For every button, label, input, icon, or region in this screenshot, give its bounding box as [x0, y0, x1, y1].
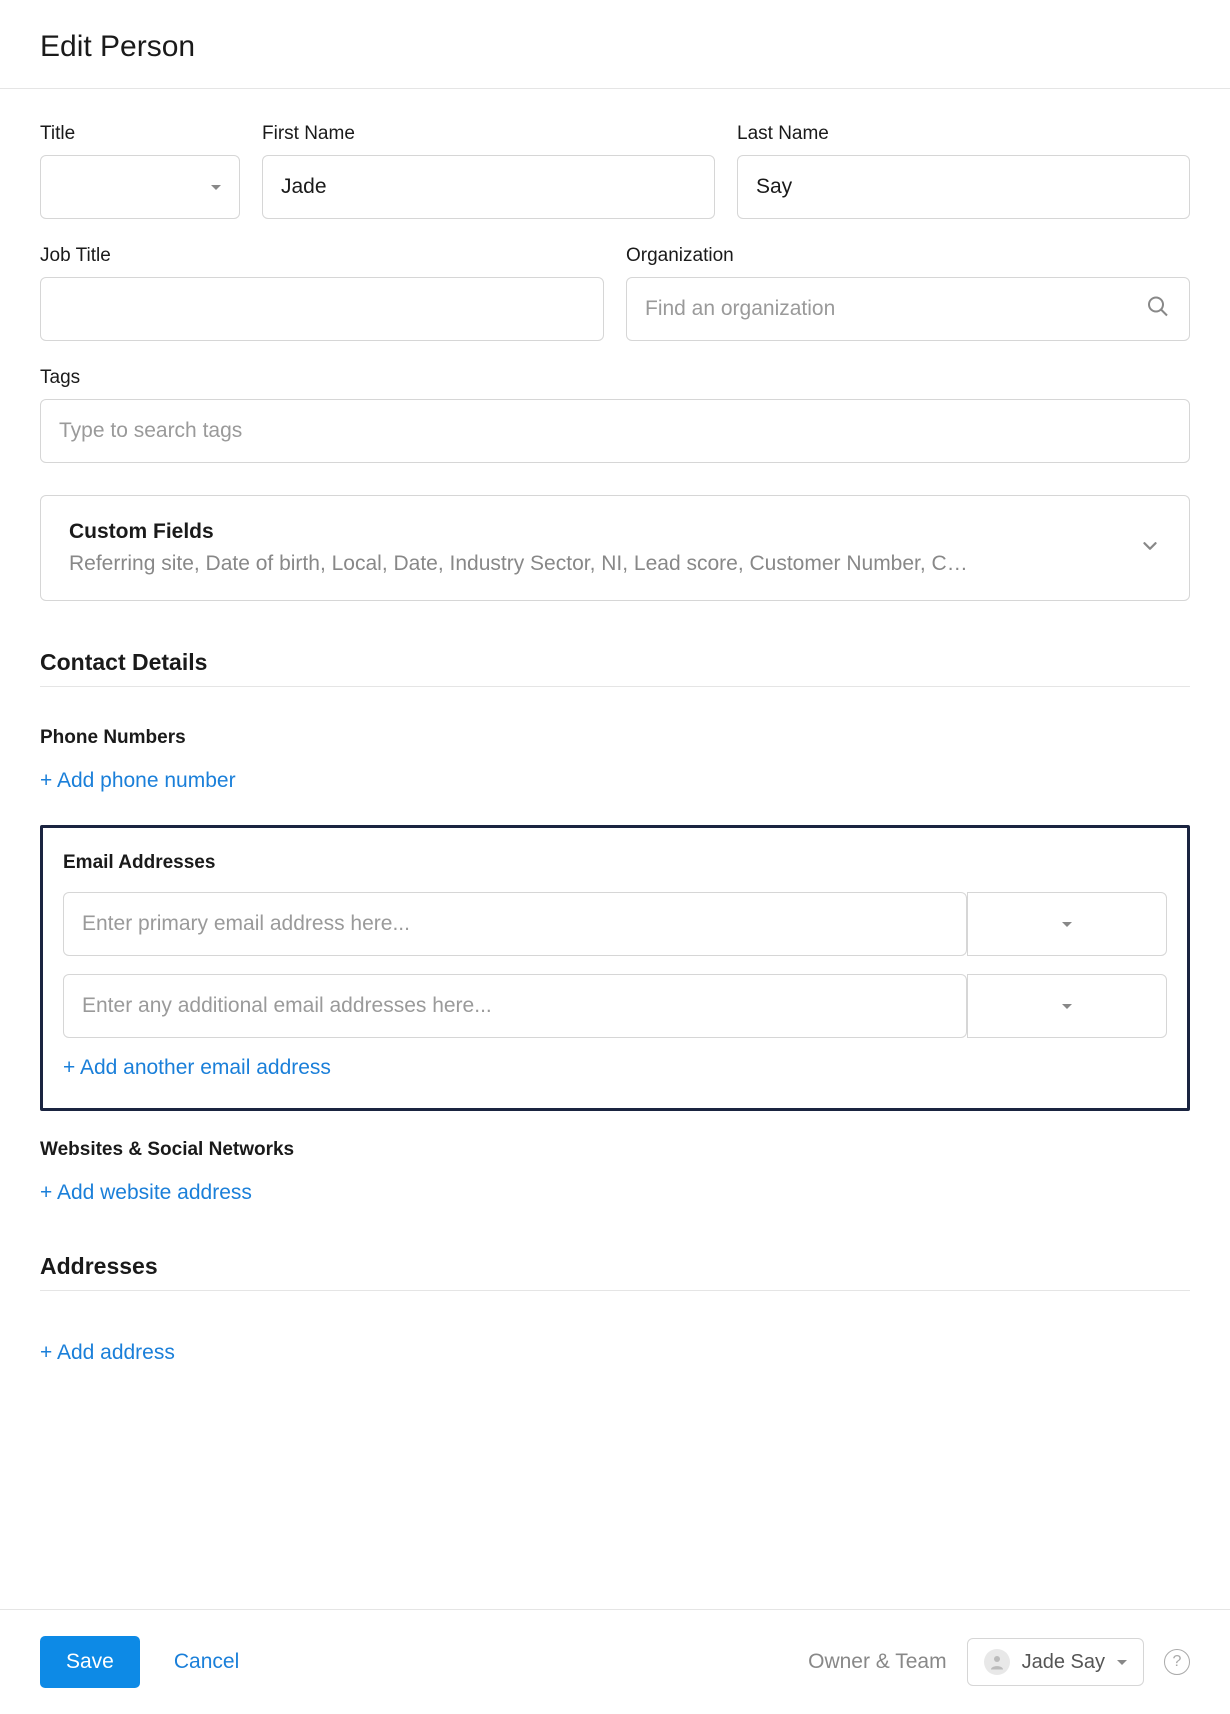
- caret-down-icon: [1117, 1660, 1127, 1665]
- caret-down-icon: [1062, 922, 1072, 927]
- owner-picker[interactable]: Jade Say: [967, 1638, 1144, 1686]
- add-email-link[interactable]: + Add another email address: [63, 1056, 331, 1080]
- job-title-label: Job Title: [40, 245, 604, 267]
- last-name-label: Last Name: [737, 123, 1190, 145]
- job-title-input[interactable]: [40, 277, 604, 341]
- first-name-input[interactable]: [262, 155, 715, 219]
- avatar: [984, 1649, 1010, 1675]
- add-website-link[interactable]: + Add website address: [40, 1181, 252, 1205]
- title-select[interactable]: [40, 155, 240, 219]
- primary-email-input[interactable]: [63, 892, 967, 956]
- footer: Save Cancel Owner & Team Jade Say ?: [0, 1609, 1230, 1714]
- job-org-row: Job Title Organization: [40, 245, 1190, 341]
- title-label: Title: [40, 123, 240, 145]
- organization-label: Organization: [626, 245, 1190, 267]
- page-title: Edit Person: [40, 30, 1190, 64]
- email-section: Email Addresses + Add another email addr…: [40, 825, 1190, 1111]
- websites-heading: Websites & Social Networks: [40, 1139, 1190, 1161]
- owner-team-label: Owner & Team: [808, 1650, 947, 1674]
- custom-fields-summary: Referring site, Date of birth, Local, Da…: [69, 552, 1119, 576]
- addresses-heading: Addresses: [40, 1253, 1190, 1291]
- caret-down-icon: [211, 185, 221, 190]
- primary-email-type-select[interactable]: [967, 892, 1167, 956]
- contact-details-heading: Contact Details: [40, 649, 1190, 687]
- additional-email-input[interactable]: [63, 974, 967, 1038]
- name-row: Title First Name Last Name: [40, 123, 1190, 219]
- additional-email-type-select[interactable]: [967, 974, 1167, 1038]
- email-row-additional: [63, 974, 1167, 1038]
- divider: [0, 88, 1230, 89]
- last-name-input[interactable]: [737, 155, 1190, 219]
- owner-name: Jade Say: [1022, 1651, 1105, 1674]
- save-button[interactable]: Save: [40, 1636, 140, 1688]
- email-heading: Email Addresses: [63, 852, 1167, 874]
- help-icon[interactable]: ?: [1164, 1649, 1190, 1675]
- cancel-button[interactable]: Cancel: [174, 1650, 239, 1674]
- organization-input[interactable]: [626, 277, 1190, 341]
- phone-heading: Phone Numbers: [40, 727, 1190, 749]
- email-row-primary: [63, 892, 1167, 956]
- tags-input[interactable]: [40, 399, 1190, 463]
- add-address-link[interactable]: + Add address: [40, 1341, 175, 1365]
- add-phone-link[interactable]: + Add phone number: [40, 769, 236, 793]
- custom-fields-title: Custom Fields: [69, 520, 1119, 544]
- first-name-label: First Name: [262, 123, 715, 145]
- chevron-down-icon: [1139, 535, 1161, 562]
- caret-down-icon: [1062, 1004, 1072, 1009]
- tags-label: Tags: [40, 367, 1190, 389]
- custom-fields-card[interactable]: Custom Fields Referring site, Date of bi…: [40, 495, 1190, 601]
- search-icon[interactable]: [1146, 295, 1170, 324]
